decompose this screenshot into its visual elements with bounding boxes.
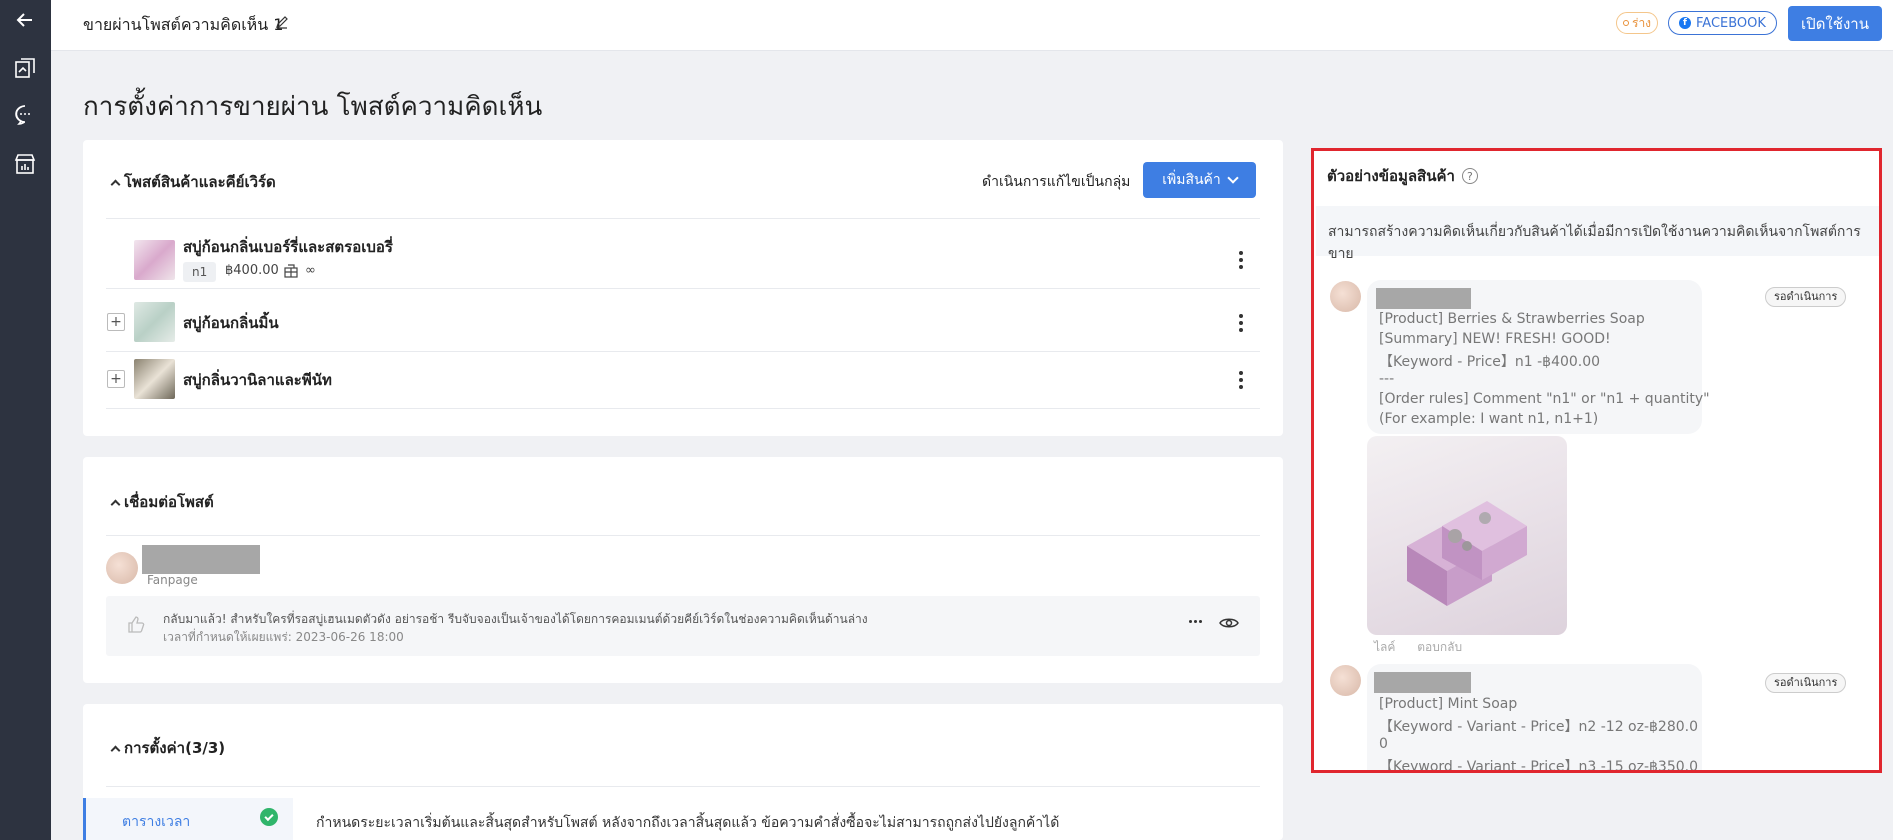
comment-line: [Product] Mint Soap [1379, 696, 1518, 712]
comment-line: (For example: I want n1, n1+1) [1379, 411, 1599, 427]
settings-section-title: การตั้งค่า(3/3) [124, 739, 226, 757]
store-stats-icon[interactable] [9, 148, 41, 180]
settings-section-toggle[interactable]: การตั้งค่า(3/3) [110, 736, 226, 760]
divider [106, 535, 1260, 536]
bulk-edit-link[interactable]: ดำเนินการแก้ไขเป็นกลุ่ม [982, 171, 1130, 193]
comment-line: [Product] Berries & Strawberries Soap [1379, 311, 1645, 327]
product-name: สบู่ก้อนกลิ่นมิ้น [183, 314, 279, 332]
help-icon[interactable]: ? [1461, 168, 1478, 184]
page-title: การตั้งค่าการขายผ่าน โพสต์ความคิดเห็น [83, 92, 543, 122]
product-image [1367, 436, 1567, 635]
pencil-icon[interactable] [275, 15, 289, 29]
redacted-commenter-name [1374, 672, 1471, 693]
add-product-button[interactable]: เพิ่มสินค้า [1143, 162, 1256, 198]
campaign-title: ขายผ่านโพสต์ความคิดเห็น 1 [83, 15, 284, 34]
preview-title: ตัวอย่างข้อมูลสินค้า ? [1327, 164, 1478, 188]
draft-label: ร่าง [1632, 16, 1652, 30]
check-circle-icon [260, 808, 278, 826]
chat-icon[interactable] [9, 99, 41, 131]
sidebar [0, 0, 51, 840]
eye-icon[interactable] [1219, 616, 1239, 634]
comment-line: 【Keyword - Variant - Price】n2 -12 oz-฿28… [1379, 719, 1699, 735]
stock-quantity: ∞ [305, 263, 316, 278]
divider [106, 786, 1260, 787]
top-bar: ขายผ่านโพสต์ความคิดเห็น 1 ร่าง f FACEBOO… [51, 0, 1893, 51]
comment-line: 0 [1379, 736, 1388, 752]
expand-plus-icon[interactable]: + [107, 313, 125, 331]
facebook-badge[interactable]: f FACEBOOK [1668, 11, 1777, 35]
products-section-title: โพสต์สินค้าและคีย์เวิร์ด [124, 173, 276, 191]
connect-section-toggle[interactable]: เชื่อมต่อโพสต์ [110, 490, 214, 514]
comment-line: 【Keyword - Price】n1 -฿400.00 [1379, 354, 1601, 370]
product-name: สบู่กลิ่นวานิลาและพีนัท [183, 371, 332, 389]
divider [106, 218, 1260, 219]
add-product-label: เพิ่มสินค้า [1162, 172, 1221, 188]
divider [106, 408, 1260, 409]
pending-status-badge: รอดำเนินการ [1765, 673, 1847, 693]
product-preview-panel: ตัวอย่างข้อมูลสินค้า ? สามารถสร้างความคิ… [1311, 148, 1882, 773]
more-options-icon[interactable] [1236, 314, 1246, 332]
divider [106, 288, 1260, 289]
commenter-avatar [1330, 665, 1361, 696]
comment-line: [Order rules] Comment "n1" or "n1 + quan… [1379, 391, 1710, 407]
like-icon [126, 614, 146, 638]
caret-up-icon [110, 179, 121, 190]
back-arrow-icon[interactable] [9, 4, 41, 36]
product-thumbnail [134, 359, 175, 399]
caret-up-icon [110, 499, 121, 510]
comment-line: [Summary] NEW! FRESH! GOOD! [1379, 331, 1611, 347]
warehouse-icon [283, 263, 299, 283]
schedule-description: กำหนดระยะเวลาเริ่มต้นและสิ้นสุดสำหรับโพส… [316, 815, 1060, 831]
tab-schedule[interactable]: ตารางเวลา [83, 798, 293, 840]
more-options-icon[interactable] [1236, 251, 1246, 269]
product-thumbnail [134, 302, 175, 342]
comment-line: --- [1379, 371, 1395, 387]
enable-button[interactable]: เปิดใช้งาน [1788, 6, 1882, 41]
commenter-avatar [1330, 281, 1361, 312]
caret-up-icon [110, 745, 121, 756]
redacted-commenter-name [1376, 288, 1471, 309]
facebook-label: FACEBOOK [1696, 15, 1766, 31]
page-avatar [106, 552, 138, 584]
products-section-toggle[interactable]: โพสต์สินค้าและคีย์เวิร์ด [110, 170, 276, 194]
expand-plus-icon[interactable]: + [107, 370, 125, 388]
post-text: กลับมาแล้ว! สำหรับใครที่รอสบู่เฮนเมดตัวด… [163, 612, 868, 626]
product-name: สบู่ก้อนกลิ่นเบอร์รี่และสตรอเบอรี่ [183, 238, 393, 256]
pending-status-badge: รอดำเนินการ [1765, 287, 1847, 307]
connected-post: กลับมาแล้ว! สำหรับใครที่รอสบู่เฮนเมดตัวด… [106, 596, 1260, 656]
product-thumbnail [134, 240, 175, 280]
product-price: ฿400.00 [225, 263, 279, 278]
page-type-label: Fanpage [147, 573, 198, 587]
like-action[interactable]: ไลค์ [1374, 640, 1395, 654]
posts-icon[interactable] [9, 52, 41, 84]
facebook-icon: f [1679, 17, 1691, 29]
draft-status-badge: ร่าง [1616, 12, 1659, 34]
post-scheduled-time: เวลาที่กำหนดให้เผยแพร่: 2023-06-26 18:00 [163, 630, 404, 644]
divider [106, 351, 1260, 352]
more-options-icon[interactable] [1236, 371, 1246, 389]
keyword-tag: n1 [183, 262, 217, 282]
comment-actions: ไลค์ ตอบกลับ [1374, 638, 1480, 657]
tab-schedule-label: ตารางเวลา [122, 814, 191, 830]
preview-title-text: ตัวอย่างข้อมูลสินค้า [1327, 167, 1455, 185]
redacted-page-name [142, 545, 260, 574]
more-horizontal-icon[interactable] [1189, 620, 1202, 623]
comment-line: 【Keyword - Variant - Price】n3 -15 oz-฿35… [1379, 759, 1699, 773]
reply-action[interactable]: ตอบกลับ [1417, 640, 1462, 654]
connect-section-title: เชื่อมต่อโพสต์ [124, 493, 214, 511]
preview-note: สามารถสร้างความคิดเห็นเกี่ยวกับสินค้าได้… [1316, 206, 1879, 262]
status-dot-icon [1623, 20, 1629, 26]
chevron-down-icon [1227, 172, 1239, 184]
